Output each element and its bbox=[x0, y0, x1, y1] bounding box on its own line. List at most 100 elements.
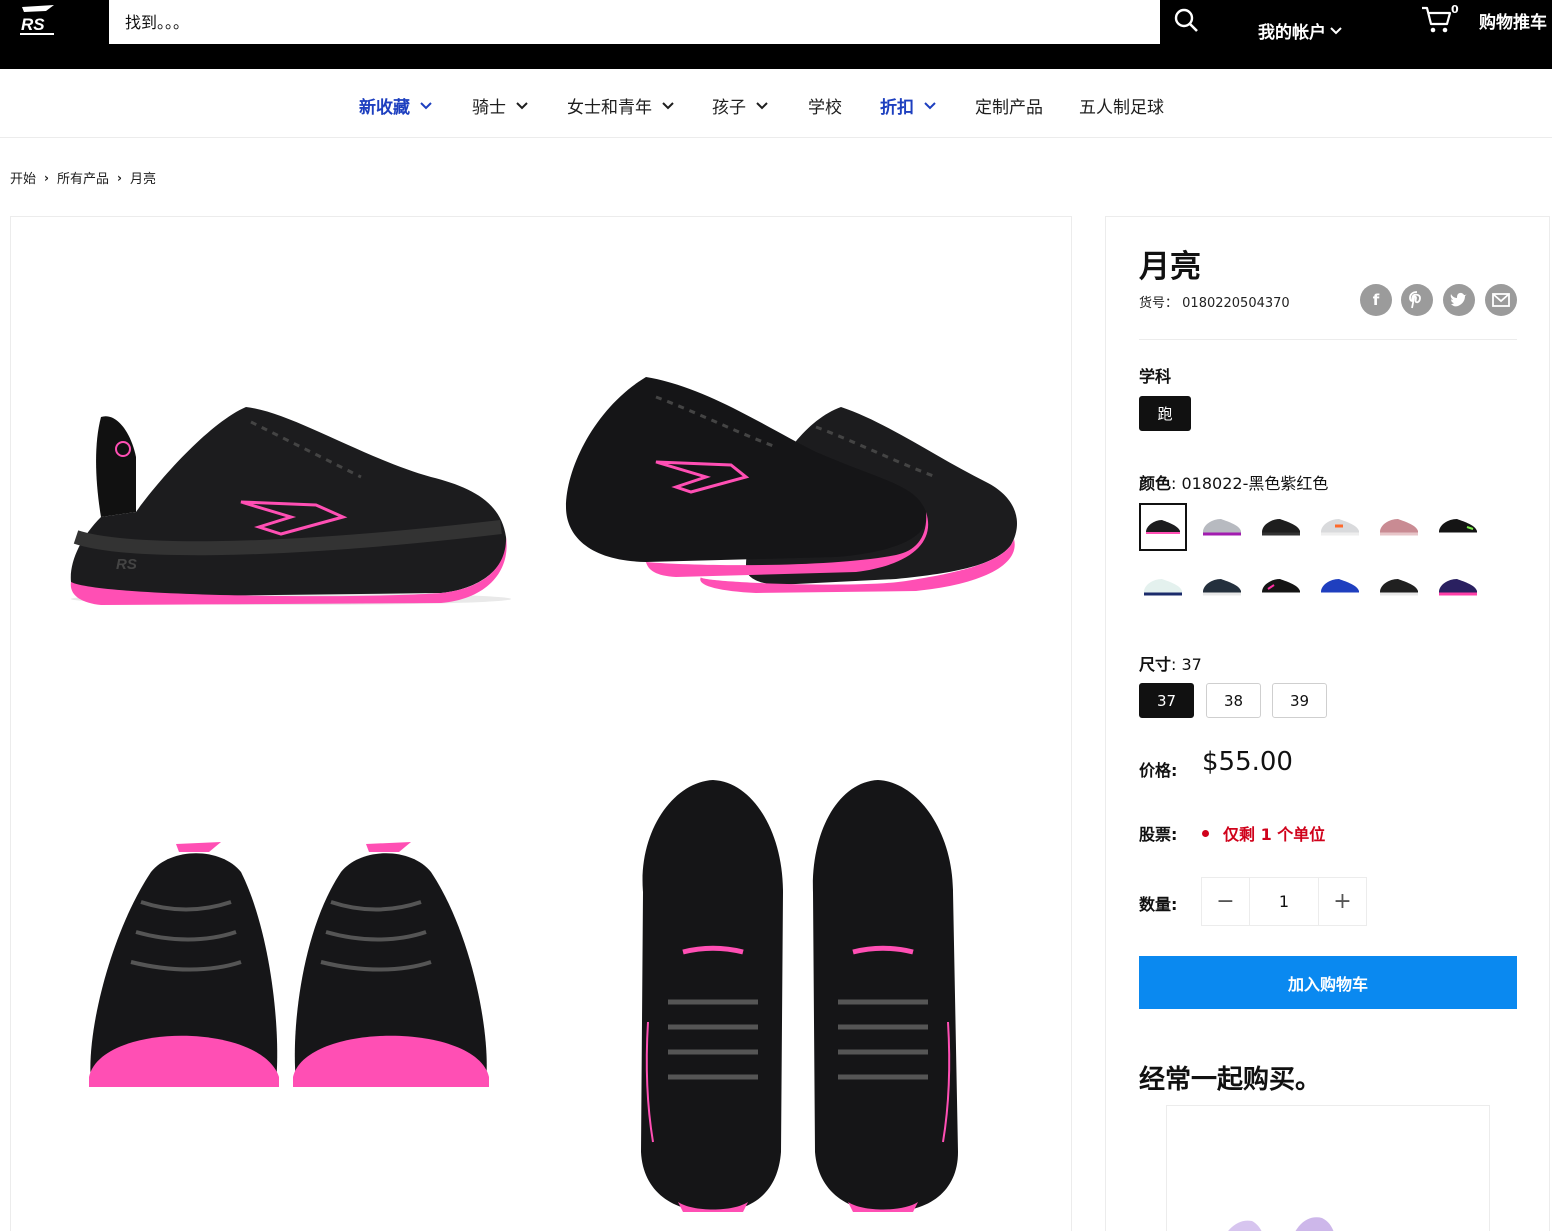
facebook-share-button[interactable]: f bbox=[1360, 284, 1392, 316]
plus-icon: + bbox=[1333, 889, 1352, 914]
nav-item-riders[interactable]: 骑士 bbox=[472, 93, 528, 118]
svg-text:RS: RS bbox=[116, 556, 137, 573]
facebook-icon: f bbox=[1372, 291, 1380, 309]
color-label-text: 颜色 bbox=[1139, 474, 1172, 493]
account-label: 我的帐户 bbox=[1258, 23, 1326, 43]
breadcrumb-separator-icon: › bbox=[116, 170, 122, 185]
quantity-input[interactable] bbox=[1249, 878, 1319, 925]
cart-link[interactable]: 购物推车 bbox=[1479, 8, 1547, 33]
nav-item-futsal[interactable]: 五人制足球 bbox=[1079, 93, 1164, 118]
breadcrumb-separator-icon: › bbox=[44, 170, 49, 185]
nav-item-label: 学校 bbox=[808, 98, 842, 118]
color-value: : 018022-黑色紫红色 bbox=[1171, 474, 1329, 493]
twitter-share-button[interactable] bbox=[1443, 284, 1475, 316]
svg-text:RS: RS bbox=[21, 15, 45, 34]
breadcrumb-current: 月亮 bbox=[129, 172, 156, 187]
cart-count-badge: 0 bbox=[1451, 3, 1459, 16]
rs-performance-logo[interactable]: RS bbox=[16, 4, 58, 38]
discipline-option-running[interactable]: 跑 bbox=[1139, 396, 1191, 431]
color-swatch[interactable] bbox=[1434, 563, 1482, 611]
product-image-side[interactable]: RS bbox=[61, 377, 521, 617]
stock-dot-icon bbox=[1202, 829, 1209, 837]
chevron-down-icon bbox=[924, 101, 936, 109]
stock-status: 仅剩 1 个单位 bbox=[1202, 821, 1325, 845]
color-swatch[interactable] bbox=[1198, 563, 1246, 611]
nav-item-school[interactable]: 学校 bbox=[808, 93, 842, 118]
search-icon bbox=[1174, 8, 1198, 32]
breadcrumb: 开始 › 所有产品 › 月亮 bbox=[10, 168, 156, 188]
breadcrumb-home[interactable]: 开始 bbox=[10, 168, 36, 187]
color-swatch[interactable] bbox=[1375, 563, 1423, 611]
nav-item-label: 女士和青年 bbox=[567, 98, 652, 118]
pinterest-share-button[interactable] bbox=[1401, 284, 1433, 316]
nav-item-label: 定制产品 bbox=[975, 98, 1043, 118]
product-price: $55.00 bbox=[1202, 747, 1293, 777]
search-bar bbox=[109, 0, 1160, 44]
stock-label: 股票: bbox=[1139, 825, 1178, 844]
sku-value: 0180220504370 bbox=[1182, 296, 1290, 311]
color-swatch[interactable] bbox=[1375, 503, 1423, 551]
nav-item-label: 骑士 bbox=[472, 98, 506, 118]
quantity-decrease-button[interactable]: − bbox=[1202, 878, 1249, 925]
chevron-down-icon bbox=[1330, 26, 1342, 34]
size-label: 尺寸: 37 bbox=[1139, 651, 1202, 675]
discipline-label: 学科 bbox=[1139, 367, 1172, 386]
account-menu[interactable]: 我的帐户 bbox=[1258, 18, 1342, 43]
chevron-down-icon bbox=[662, 101, 674, 109]
bought-together-product-image bbox=[1228, 1217, 1334, 1231]
minus-icon: − bbox=[1216, 889, 1235, 914]
breadcrumb-all-products[interactable]: 所有产品 bbox=[57, 168, 109, 187]
add-to-cart-button[interactable]: 加入购物车 bbox=[1139, 956, 1517, 1009]
size-value: : 37 bbox=[1171, 655, 1202, 674]
email-share-button[interactable] bbox=[1485, 284, 1517, 316]
quantity-stepper: − + bbox=[1201, 877, 1367, 926]
product-gallery: RS bbox=[10, 216, 1072, 1231]
divider bbox=[1139, 339, 1517, 340]
color-swatch[interactable] bbox=[1139, 563, 1187, 611]
color-swatch[interactable] bbox=[1316, 563, 1364, 611]
quantity-increase-button[interactable]: + bbox=[1319, 878, 1366, 925]
size-option[interactable]: 39 bbox=[1272, 683, 1327, 718]
color-swatch[interactable] bbox=[1257, 503, 1305, 551]
product-image-top[interactable] bbox=[623, 772, 973, 1217]
product-image-pair[interactable] bbox=[556, 367, 1026, 607]
bought-together-card[interactable] bbox=[1166, 1105, 1490, 1231]
nav-item-label: 孩子 bbox=[712, 98, 746, 118]
product-info-panel: 月亮 货号： 0180220504370 f 学科 跑 颜色: 018022-黑… bbox=[1105, 216, 1550, 1231]
nav-item-kids[interactable]: 孩子 bbox=[712, 93, 768, 118]
search-input[interactable] bbox=[109, 0, 1160, 44]
pinterest-icon bbox=[1409, 291, 1421, 309]
color-label: 颜色: 018022-黑色紫红色 bbox=[1139, 470, 1328, 494]
stock-text: 仅剩 1 个单位 bbox=[1223, 825, 1326, 844]
size-option[interactable]: 38 bbox=[1206, 683, 1261, 718]
chevron-down-icon bbox=[516, 101, 528, 109]
color-swatch[interactable] bbox=[1316, 503, 1364, 551]
nav-item-custom-products[interactable]: 定制产品 bbox=[975, 93, 1043, 118]
product-image-back[interactable] bbox=[81, 832, 501, 1102]
search-button[interactable] bbox=[1168, 4, 1204, 36]
sku-label: 货号： bbox=[1139, 296, 1179, 311]
color-swatch[interactable] bbox=[1257, 563, 1305, 611]
nav-item-label: 新收藏 bbox=[359, 98, 410, 118]
twitter-icon bbox=[1450, 292, 1467, 307]
size-option[interactable]: 37 bbox=[1139, 683, 1194, 718]
product-title: 月亮 bbox=[1139, 249, 1201, 285]
chevron-down-icon bbox=[756, 101, 768, 109]
nav-item-label: 五人制足球 bbox=[1079, 98, 1164, 118]
product-sku: 货号： 0180220504370 bbox=[1139, 292, 1290, 311]
size-label-text: 尺寸 bbox=[1139, 655, 1172, 674]
color-swatch[interactable] bbox=[1139, 503, 1187, 551]
quantity-label: 数量: bbox=[1139, 895, 1178, 914]
color-swatch[interactable] bbox=[1434, 503, 1482, 551]
nav-item-new-collection[interactable]: 新收藏 bbox=[359, 93, 432, 118]
email-icon bbox=[1492, 293, 1510, 307]
nav-item-discounts[interactable]: 折扣 bbox=[880, 93, 936, 118]
price-label: 价格: bbox=[1139, 761, 1178, 780]
nav-item-women-youth[interactable]: 女士和青年 bbox=[567, 93, 674, 118]
nav-item-label: 折扣 bbox=[880, 98, 914, 118]
chevron-down-icon bbox=[420, 101, 432, 109]
color-swatch[interactable] bbox=[1198, 503, 1246, 551]
top-header: RS 我的帐户 0 购物推车 bbox=[0, 0, 1552, 69]
main-nav: 新收藏 骑士 女士和青年 孩子 学校 折扣 定制产品 五人制足球 bbox=[0, 69, 1552, 138]
bought-together-title: 经常一起购买。 bbox=[1139, 1065, 1322, 1095]
